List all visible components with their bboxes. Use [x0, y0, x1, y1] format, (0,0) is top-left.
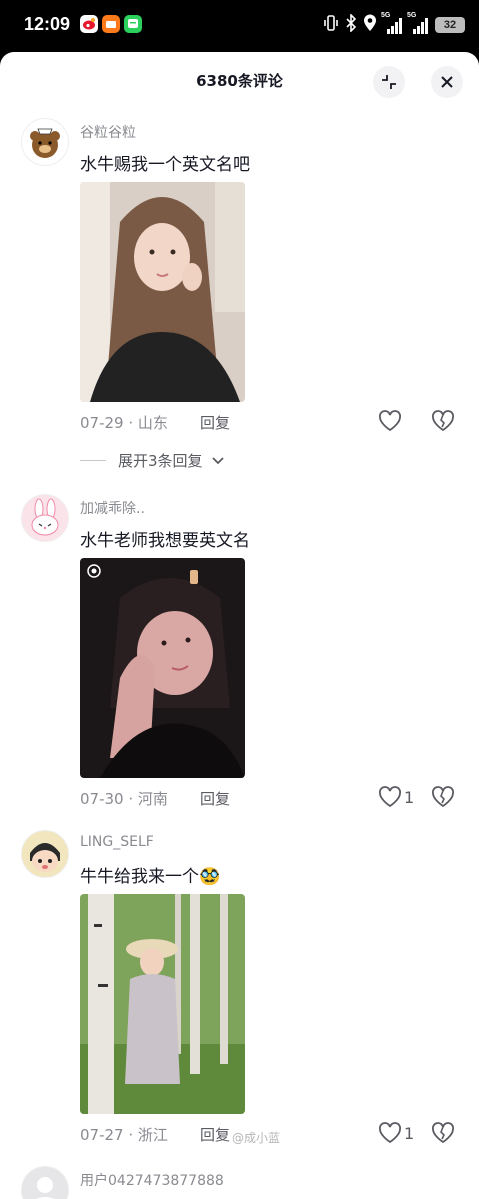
username[interactable]: LING_SELF	[80, 834, 154, 850]
weibo-app-icon	[80, 15, 98, 33]
status-right-cluster: 5G 5G 32	[323, 12, 465, 36]
collapse-button[interactable]	[373, 66, 405, 98]
comment-date: 07-27	[80, 1126, 124, 1144]
battery-indicator: 32	[435, 17, 465, 33]
avatar[interactable]	[21, 494, 69, 542]
like-button[interactable]: 1	[378, 1122, 414, 1144]
reply-button[interactable]: 回复	[200, 1124, 230, 1145]
sheet-title: 6380条评论	[196, 72, 283, 90]
avatar[interactable]	[21, 1166, 69, 1199]
green-app-icon	[124, 15, 142, 33]
reply-button[interactable]: 回复	[200, 788, 230, 809]
comment-meta: 07-29 · 山东	[80, 412, 168, 433]
comment-text: 牛牛给我来一个🥸	[80, 867, 221, 887]
vibrate-icon	[323, 14, 339, 36]
network-label: 5G	[381, 12, 391, 19]
like-button[interactable]	[378, 410, 404, 432]
username[interactable]: 用户0427473877888	[80, 1170, 224, 1190]
dislike-button[interactable]	[431, 786, 455, 812]
broken-heart-icon	[432, 786, 454, 808]
location-icon	[363, 14, 377, 36]
divider-line	[80, 460, 106, 461]
comment-date: 07-30	[80, 790, 124, 808]
username[interactable]: 谷粒谷粒	[80, 122, 136, 142]
status-bar: 12:09 5G 5G 32	[0, 0, 479, 52]
comment-location: 浙江	[137, 1126, 168, 1144]
heart-icon	[379, 1122, 401, 1144]
signal-icon: 5G	[381, 12, 403, 34]
avatar[interactable]	[21, 118, 69, 166]
chevron-down-icon	[211, 456, 224, 464]
meta-separator: ·	[123, 790, 138, 808]
like-count: 1	[404, 1123, 415, 1143]
dislike-button[interactable]	[431, 410, 455, 436]
signal-icon-2: 5G	[407, 12, 429, 34]
dislike-button[interactable]	[431, 1122, 455, 1148]
heart-icon	[379, 786, 401, 808]
comment-image[interactable]	[80, 182, 245, 402]
comment-date: 07-29	[80, 414, 124, 432]
comment-meta: 07-30 · 河南	[80, 788, 168, 809]
reply-button[interactable]: 回复	[200, 412, 230, 433]
expand-label: 展开3条回复	[118, 452, 203, 470]
like-count: 1	[404, 787, 415, 807]
collapse-icon	[382, 75, 396, 89]
comment-meta: 07-27 · 浙江	[80, 1124, 168, 1145]
orange-app-icon	[102, 15, 120, 33]
comment-image[interactable]	[80, 558, 245, 778]
expand-replies-button[interactable]: 展开3条回复	[80, 450, 225, 471]
bluetooth-icon	[345, 13, 357, 36]
username[interactable]: 加减乖除..	[80, 498, 145, 518]
avatar[interactable]	[21, 830, 69, 878]
network-label-2: 5G	[407, 12, 417, 19]
close-icon	[441, 76, 453, 88]
comment-text: 水牛老师我想要英文名	[80, 531, 250, 551]
broken-heart-icon	[432, 410, 454, 432]
comment-location: 河南	[137, 790, 168, 808]
comments-sheet: 6380条评论 谷粒谷粒 水牛赐我一个英文名吧 07-29 · 山东 回复 展开…	[0, 52, 479, 1199]
like-button[interactable]: 1	[378, 786, 414, 808]
close-button[interactable]	[431, 66, 463, 98]
status-time: 12:09	[24, 14, 71, 34]
broken-heart-icon	[432, 1122, 454, 1144]
comment-image[interactable]	[80, 894, 245, 1114]
heart-icon	[379, 410, 401, 432]
watermark: @成小蓝	[232, 1131, 281, 1145]
meta-separator: ·	[123, 414, 138, 432]
comment-text: 水牛赐我一个英文名吧	[80, 155, 250, 175]
comment-location: 山东	[137, 414, 168, 432]
meta-separator: ·	[123, 1126, 138, 1144]
